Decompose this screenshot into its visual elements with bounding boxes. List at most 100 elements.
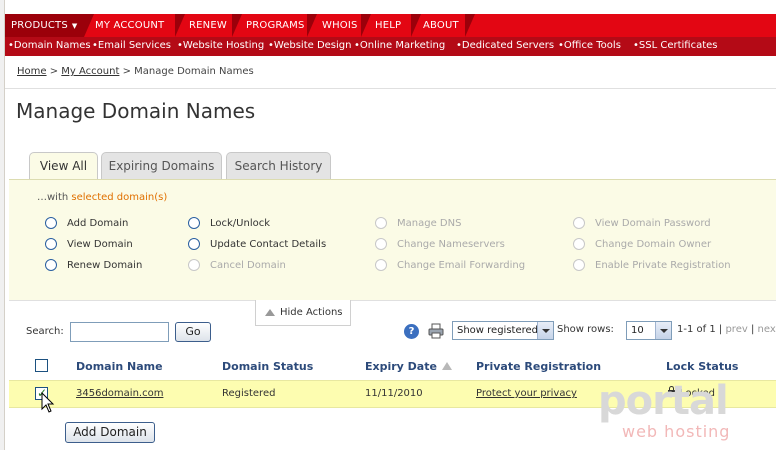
action-label: Change Nameservers — [397, 238, 505, 250]
nav-help[interactable]: HELP — [369, 14, 409, 37]
pager-prev[interactable]: prev — [725, 324, 747, 335]
action-change-domain-owner: Change Domain Owner — [573, 238, 711, 250]
filter-select[interactable]: Show registered — [452, 321, 554, 340]
column-header-private-registration[interactable]: Private Registration — [476, 360, 601, 373]
expiry-date: 11/11/2010 — [365, 388, 423, 399]
hide-actions-button[interactable]: Hide Actions — [255, 300, 351, 326]
action-label: View Domain Password — [595, 217, 711, 229]
tab-expiring-domains[interactable]: Expiring Domains — [101, 152, 222, 179]
subnav-website-hosting[interactable]: •Website Hosting — [177, 40, 264, 51]
subnav-ssl-certificates[interactable]: •SSL Certificates — [633, 40, 718, 51]
action-label: View Domain — [67, 238, 133, 250]
subnav-office-tools[interactable]: •Office Tools — [558, 40, 621, 51]
breadcrumb: Home > My Account > Manage Domain Names — [17, 66, 254, 77]
mouse-cursor-icon — [41, 392, 55, 413]
radio-icon — [45, 238, 57, 250]
action-add-domain[interactable]: Add Domain — [45, 217, 128, 229]
column-header-domain-name[interactable]: Domain Name — [76, 360, 163, 373]
action-label: Add Domain — [67, 217, 129, 229]
watermark-bottom-text: web hosting — [622, 422, 731, 441]
column-header-label: Expiry Date — [365, 360, 437, 373]
subnav-email-services[interactable]: •Email Services — [92, 40, 171, 51]
action-label: Renew Domain — [67, 259, 143, 271]
divider — [5, 88, 776, 89]
radio-icon — [375, 238, 387, 250]
nav-programs[interactable]: PROGRAMS — [240, 14, 313, 37]
breadcrumb-my-account[interactable]: My Account — [61, 66, 119, 77]
chevron-down-icon — [655, 322, 671, 339]
app-window: PRODUCTS ▼ MY ACCOUNT RENEW PROGRAMS WHOI… — [0, 0, 776, 450]
action-lock-unlock[interactable]: Lock/Unlock — [188, 217, 270, 229]
action-manage-dns: Manage DNS — [375, 217, 461, 229]
search-input[interactable] — [70, 322, 169, 342]
portal-web-hosting-watermark: portal web hosting — [598, 378, 768, 444]
radio-icon — [573, 217, 585, 229]
breadcrumb-separator: > — [122, 66, 131, 77]
pager: 1-1 of 1 | prev | nex — [677, 324, 776, 335]
action-update-contact[interactable]: Update Contact Details — [188, 238, 326, 250]
tab-search-history[interactable]: Search History — [226, 152, 331, 179]
subnav-online-marketing[interactable]: •Online Marketing — [354, 40, 445, 51]
nav-products[interactable]: PRODUCTS ▼ — [5, 14, 84, 37]
radio-icon — [188, 217, 200, 229]
actions-caption: …with selected domain(s) — [37, 192, 167, 203]
nav-whois[interactable]: WHOIS — [316, 14, 366, 37]
chevron-down-icon — [537, 322, 553, 339]
action-change-nameservers: Change Nameservers — [375, 238, 505, 250]
breadcrumb-home[interactable]: Home — [17, 66, 47, 77]
nav-divider — [465, 14, 475, 37]
nav-my-account[interactable]: MY ACCOUNT — [89, 14, 172, 37]
go-button[interactable]: Go — [175, 322, 211, 342]
triangle-up-icon — [265, 309, 275, 316]
pager-separator: | — [750, 324, 755, 335]
pager-range: 1-1 of 1 — [677, 324, 716, 335]
subnav-website-design[interactable]: •Website Design — [268, 40, 351, 51]
select-all-checkbox[interactable] — [35, 359, 48, 372]
breadcrumb-current: Manage Domain Names — [134, 66, 254, 77]
action-label: Update Contact Details — [210, 238, 327, 250]
top-nav: PRODUCTS ▼ MY ACCOUNT RENEW PROGRAMS WHOI… — [5, 14, 776, 37]
add-domain-button[interactable]: Add Domain — [65, 422, 155, 443]
pager-separator: | — [718, 324, 723, 335]
tab-view-all[interactable]: View All — [29, 152, 98, 180]
radio-icon — [45, 217, 57, 229]
radio-icon — [375, 259, 387, 271]
domain-name-link[interactable]: 3456domain.com — [76, 388, 163, 399]
column-header-lock-status[interactable]: Lock Status — [666, 360, 738, 373]
column-header-expiry-date[interactable]: Expiry Date — [365, 360, 452, 373]
domain-status: Registered — [222, 388, 276, 399]
actions-caption-selected: selected domain(s) — [71, 192, 168, 203]
action-view-domain[interactable]: View Domain — [45, 238, 133, 250]
sub-nav: •Domain Names •Email Services •Website H… — [5, 37, 776, 56]
action-label: Enable Private Registration — [595, 259, 731, 271]
help-icon[interactable]: ? — [404, 324, 419, 339]
search-label: Search: — [26, 326, 64, 337]
rows-label: Show rows: — [557, 324, 614, 335]
action-view-domain-password: View Domain Password — [573, 217, 711, 229]
printer-icon[interactable] — [428, 323, 444, 339]
action-renew-domain[interactable]: Renew Domain — [45, 259, 142, 271]
action-change-email-forwarding: Change Email Forwarding — [375, 259, 525, 271]
breadcrumb-separator: > — [49, 66, 59, 77]
filter-select-value: Show registered — [457, 325, 539, 336]
radio-icon — [573, 238, 585, 250]
action-label: Cancel Domain — [210, 259, 286, 271]
radio-icon — [45, 259, 57, 271]
action-label: Manage DNS — [397, 217, 462, 229]
action-enable-private-registration: Enable Private Registration — [573, 259, 731, 271]
action-label: Change Email Forwarding — [397, 259, 526, 271]
column-header-domain-status[interactable]: Domain Status — [222, 360, 313, 373]
divider — [9, 300, 776, 301]
hide-actions-label: Hide Actions — [280, 307, 343, 318]
nav-products-label: PRODUCTS — [11, 20, 68, 31]
actions-caption-prefix: …with — [37, 192, 69, 203]
subnav-dedicated-servers[interactable]: •Dedicated Servers — [456, 40, 554, 51]
subnav-domain-names[interactable]: •Domain Names — [8, 40, 91, 51]
protect-privacy-link[interactable]: Protect your privacy — [476, 388, 577, 399]
page-title: Manage Domain Names — [16, 99, 256, 123]
pager-next[interactable]: nex — [758, 324, 776, 335]
rows-select[interactable]: 10 — [626, 321, 672, 340]
nav-renew[interactable]: RENEW — [183, 14, 235, 37]
nav-about[interactable]: ABOUT — [417, 14, 467, 37]
rows-select-value: 10 — [631, 325, 644, 336]
